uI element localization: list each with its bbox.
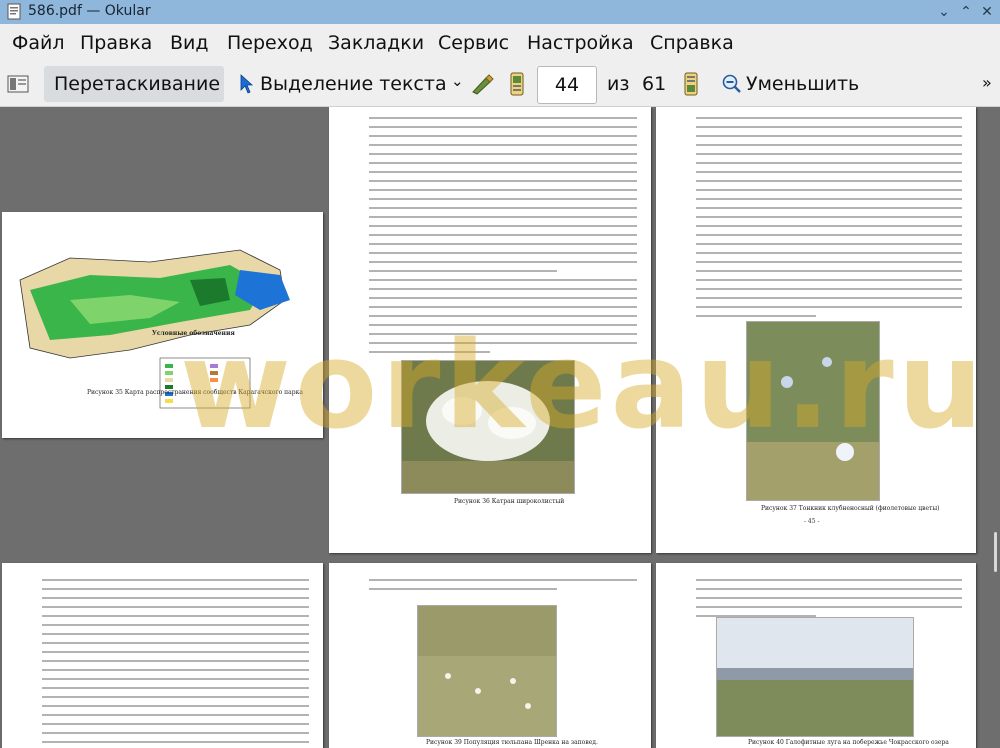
photo-halophyte-meadow — [716, 617, 914, 737]
page-number-input[interactable]: 44 — [537, 66, 597, 104]
maximize-icon[interactable]: ⌃ — [957, 3, 975, 21]
cursor-icon[interactable] — [240, 74, 254, 94]
page-46 — [2, 563, 323, 748]
text-select-tool-button[interactable]: Выделение текста — [260, 73, 447, 95]
menu-file[interactable]: Файл — [12, 32, 65, 54]
chevron-down-icon[interactable]: ⌄ — [451, 72, 464, 90]
document-viewport[interactable]: Условные обозначения Рисунок 35 Карта ра… — [0, 107, 1000, 748]
close-icon[interactable]: ✕ — [978, 3, 996, 21]
page-46-text — [42, 579, 309, 748]
photo-tulip — [417, 605, 557, 737]
photo-chicory — [746, 321, 880, 501]
window-title: 586.pdf — Okular — [28, 3, 151, 19]
map-caption: Рисунок 35 Карта распространения сообщес… — [87, 389, 303, 396]
page-total-label: 61 — [642, 73, 667, 95]
page-45-number: - 45 - — [804, 518, 820, 525]
page-map: Условные обозначения Рисунок 35 Карта ра… — [2, 212, 323, 438]
page-47: Рисунок 39 Популяция тюльпана Шренка на … — [329, 563, 651, 748]
main-toolbar: Перетаскивание Выделение текста ⌄ 44 из … — [0, 64, 1000, 107]
zoom-out-icon[interactable] — [722, 74, 742, 94]
page-45-text — [696, 117, 962, 324]
page-44: Рисунок 36 Катран широколистый — [329, 107, 651, 553]
menu-bar: Файл Правка Вид Переход Закладки Сервис … — [0, 24, 1000, 64]
minimize-icon[interactable]: ⌄ — [935, 3, 953, 21]
menu-view[interactable]: Вид — [170, 32, 209, 54]
menu-go[interactable]: Переход — [227, 32, 313, 54]
page-of-label: из — [607, 73, 630, 95]
page-47-text — [369, 579, 637, 597]
menu-help[interactable]: Справка — [650, 32, 734, 54]
annotation-pen-icon[interactable] — [470, 72, 496, 96]
browse-tool-button[interactable]: Перетаскивание — [44, 66, 224, 102]
page-47-caption: Рисунок 39 Популяция тюльпана Шренка на … — [426, 739, 598, 746]
page-44-caption: Рисунок 36 Катран широколистый — [454, 498, 565, 505]
toolbar-overflow-icon[interactable]: » — [982, 73, 992, 92]
menu-bookmarks[interactable]: Закладки — [328, 32, 424, 54]
previous-page-icon[interactable] — [510, 72, 524, 96]
sidebar-toggle-icon[interactable] — [7, 74, 29, 94]
okular-app-icon — [7, 3, 21, 20]
next-page-icon[interactable] — [684, 72, 698, 96]
page-45: Рисунок 37 Тонкник клубненосный (фиолето… — [656, 107, 976, 553]
browse-tool-label: Перетаскивание — [54, 73, 221, 95]
photo-crambe — [401, 360, 575, 494]
window-titlebar: 586.pdf — Okular ⌄ ⌃ ✕ — [0, 0, 1000, 24]
scrollbar[interactable] — [994, 532, 997, 572]
menu-tools[interactable]: Сервис — [438, 32, 509, 54]
page-45-caption: Рисунок 37 Тонкник клубненосный (фиолето… — [761, 505, 940, 512]
page-48: Рисунок 40 Галофитные луга на побережье … — [656, 563, 976, 748]
menu-edit[interactable]: Правка — [80, 32, 152, 54]
zoom-out-button[interactable]: Уменьшить — [746, 73, 859, 95]
menu-settings[interactable]: Настройка — [527, 32, 634, 54]
map-legend-title: Условные обозначения — [152, 330, 235, 337]
page-44-text — [369, 117, 637, 360]
page-48-caption: Рисунок 40 Галофитные луга на побережье … — [748, 739, 949, 746]
